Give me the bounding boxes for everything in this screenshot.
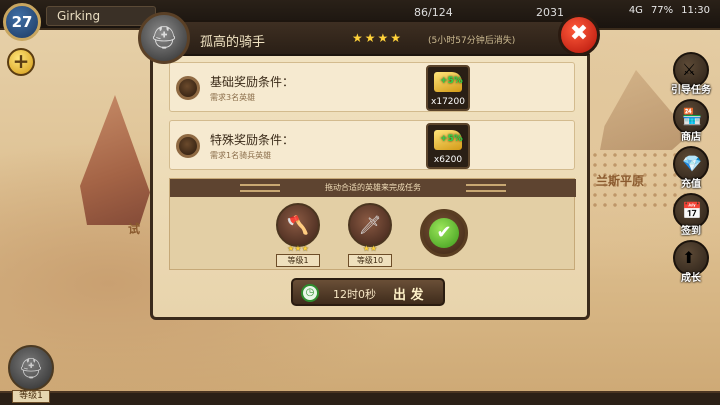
side-item-recharge[interactable]: 💎 充值 xyxy=(668,146,714,190)
side-menu: ⚔ 引导任务 🏪 商店 💎 充值 📅 签到 ⬆ 成长 xyxy=(668,52,714,287)
side-item-label: 充值 xyxy=(681,179,701,190)
condition-title: 基础奖励条件： xyxy=(210,75,295,89)
knight-helmet-icon: ⛑ xyxy=(138,12,190,64)
map-label-plain: 兰斯平原 xyxy=(596,174,645,188)
hero-slot-1[interactable]: 🪓 ★★★ 等级1 xyxy=(274,203,322,267)
player-name: Girking xyxy=(46,6,156,26)
calendar-icon: 📅 xyxy=(682,201,702,220)
resource-counter-2: 2031 xyxy=(536,6,564,19)
close-button[interactable]: ✖ xyxy=(558,14,600,56)
checkmark-icon: ✔ xyxy=(429,218,459,248)
quest-difficulty-stars: ★★★★ xyxy=(352,31,404,45)
hero-drop-hint: 拖动合适的英雄来完成任务 xyxy=(170,179,576,197)
condition-title: 特殊奖励条件： xyxy=(210,133,295,147)
quest-dialog: 基础奖励条件： 需求3名英雄 +5% x17200 特殊奖励条件： 需求1名骑兵… xyxy=(138,12,600,320)
reward-amount: x17200 xyxy=(431,97,465,107)
reward-gold[interactable]: +5% x6200 xyxy=(426,123,470,169)
ornament-left xyxy=(240,184,280,192)
dialog-header: 孤高的骑手 ★★★★ (5小时57分钟后消失) xyxy=(150,20,590,56)
battery-indicator: 77% xyxy=(650,5,674,16)
axe-warrior-icon: 🪓 xyxy=(276,203,320,247)
condition-bullet-icon xyxy=(176,76,200,100)
reward-gold[interactable]: +5% x17200 xyxy=(426,65,470,111)
growth-arrow-icon: ⬆ xyxy=(682,248,696,267)
hint-text: 拖动合适的英雄来完成任务 xyxy=(325,183,421,192)
side-item-signin[interactable]: 📅 签到 xyxy=(668,193,714,237)
side-item-shop[interactable]: 🏪 商店 xyxy=(668,99,714,143)
gem-icon: 💎 xyxy=(682,154,702,173)
side-item-label: 成长 xyxy=(681,273,701,284)
hero-stars: ★★★ xyxy=(287,244,309,253)
dialog-body: 基础奖励条件： 需求3名英雄 +5% x17200 特殊奖励条件： 需求1名骑兵… xyxy=(150,54,590,320)
red-mountain xyxy=(80,95,150,225)
hero-drop-area[interactable]: 拖动合适的英雄来完成任务 🪓 ★★★ 等级1 🗡 ★★ 等级10 ✔ xyxy=(169,178,576,270)
condition-requirement: 需求1名骑兵英雄 xyxy=(210,151,272,160)
condition-basic: 基础奖励条件： 需求3名英雄 +5% x17200 xyxy=(169,62,575,112)
side-item-guide-quest[interactable]: ⚔ 引导任务 xyxy=(668,52,714,96)
system-status: 4G 77% 11:30 xyxy=(629,5,710,16)
hero-portrait-card[interactable]: ⛑ 等级1 xyxy=(6,345,56,403)
side-item-growth[interactable]: ⬆ 成长 xyxy=(668,240,714,284)
reward-bonus: +5% xyxy=(440,134,463,144)
condition-special: 特殊奖励条件： 需求1名骑兵英雄 +5% x6200 xyxy=(169,120,575,170)
resource-counter-1: 86/124 xyxy=(414,6,453,19)
hero-stars: ★★ xyxy=(362,244,378,253)
player-level-badge[interactable]: 27 xyxy=(3,3,41,41)
helmet-icon: ⛑ xyxy=(8,345,54,391)
reward-amount: x6200 xyxy=(433,155,463,165)
side-item-label: 商店 xyxy=(681,132,701,143)
quest-expiry-timer: (5小时57分钟后消失) xyxy=(428,36,516,46)
add-button[interactable]: + xyxy=(7,48,35,76)
knight-icon: ⚔ xyxy=(682,60,697,79)
condition-bullet-icon xyxy=(176,134,200,158)
hero-slot-confirm[interactable]: ✔ xyxy=(420,209,468,257)
signal-indicator: 4G xyxy=(628,5,643,16)
dialog-title: 孤高的骑手 xyxy=(200,35,266,50)
hero-level: 等级1 xyxy=(276,254,320,267)
map-label-trial: 试 xyxy=(128,222,141,236)
side-item-label: 引导任务 xyxy=(671,85,711,96)
depart-duration: 12时0秒 xyxy=(333,288,376,301)
hero-slot-2[interactable]: 🗡 ★★ 等级10 xyxy=(346,203,394,267)
spear-warrior-icon: 🗡 xyxy=(348,203,392,247)
hero-level: 等级10 xyxy=(348,254,392,267)
condition-requirement: 需求3名英雄 xyxy=(210,93,256,102)
bottom-bar xyxy=(0,391,720,405)
ornament-right xyxy=(466,184,506,192)
side-item-label: 签到 xyxy=(681,226,701,237)
shop-icon: 🏪 xyxy=(682,107,702,126)
depart-button[interactable]: ◷ 12时0秒 出 发 xyxy=(291,278,445,306)
hero-card-level: 等级1 xyxy=(12,390,50,403)
clock: 11:30 xyxy=(681,5,710,16)
depart-label: 出 发 xyxy=(393,288,424,303)
reward-bonus: +5% xyxy=(440,76,463,86)
clock-icon: ◷ xyxy=(301,284,319,302)
